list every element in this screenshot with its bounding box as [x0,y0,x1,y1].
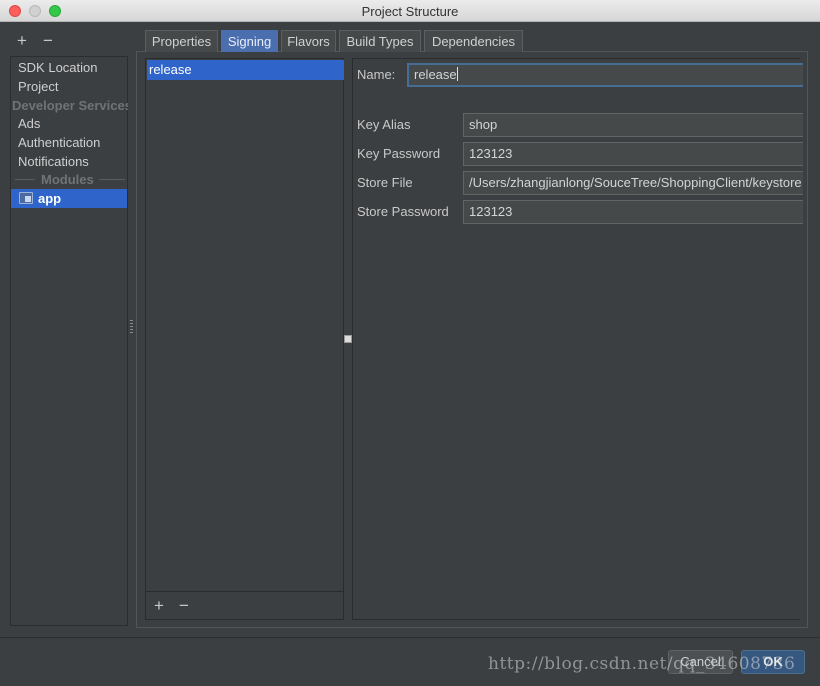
list-item-release[interactable]: release [147,60,344,80]
tab-build-types[interactable]: Build Types [339,30,421,52]
store-file-input[interactable]: /Users/zhangjianlong/SouceTree/ShoppingC… [463,171,803,195]
sidebar-item-sdk-location[interactable]: SDK Location [18,58,98,77]
sidebar-item-project[interactable]: Project [18,77,58,96]
tab-flavors[interactable]: Flavors [281,30,336,52]
list-item-label: release [149,62,192,77]
signing-config-list: release + − [145,58,344,620]
tab-signing[interactable]: Signing [221,30,278,52]
tab-properties[interactable]: Properties [145,30,218,52]
key-alias-label: Key Alias [357,117,411,132]
sidebar-item-notifications[interactable]: Notifications [18,152,89,171]
sidebar-item-authentication[interactable]: Authentication [18,133,100,152]
tab-dependencies[interactable]: Dependencies [424,30,523,52]
store-password-label: Store Password [357,204,449,219]
key-password-label: Key Password [357,146,441,161]
sidebar-item-app-label: app [38,191,62,206]
window-titlebar: Project Structure [0,0,820,22]
remove-config-icon[interactable]: − [176,597,192,615]
key-password-input[interactable]: 123123 [463,142,803,166]
separator-line-left [15,179,35,180]
text-caret [456,67,458,81]
sidebar-item-app[interactable]: app [11,189,127,208]
name-input[interactable]: release [407,63,803,87]
panel-divider-handle[interactable] [344,335,352,343]
signing-form: Name: release Key Alias shop Key Passwor… [352,58,803,620]
sidebar: SDK Location Project Developer Services … [10,56,128,626]
watermark-text: http://blog.csdn.net/qq_34608736 [488,654,796,674]
remove-icon[interactable]: − [40,32,56,50]
name-input-value: release [414,67,457,82]
sidebar-item-ads[interactable]: Ads [18,114,40,133]
footer-divider [0,637,820,638]
store-file-label: Store File [357,175,413,190]
modules-separator: Modules [11,170,127,189]
sidebar-section-developer-services: Developer Services [12,98,128,113]
separator-line-right [99,179,125,180]
module-folder-icon [19,192,33,204]
sidebar-splitter-handle[interactable] [130,320,133,334]
name-label: Name: [357,67,396,82]
key-alias-input[interactable]: shop [463,113,803,137]
sidebar-section-modules: Modules [39,170,96,189]
window-title: Project Structure [361,4,459,19]
add-icon[interactable]: + [14,32,30,50]
add-config-icon[interactable]: + [151,597,167,615]
list-toolbar: + − [146,591,343,619]
store-password-input[interactable]: 123123 [463,200,803,224]
